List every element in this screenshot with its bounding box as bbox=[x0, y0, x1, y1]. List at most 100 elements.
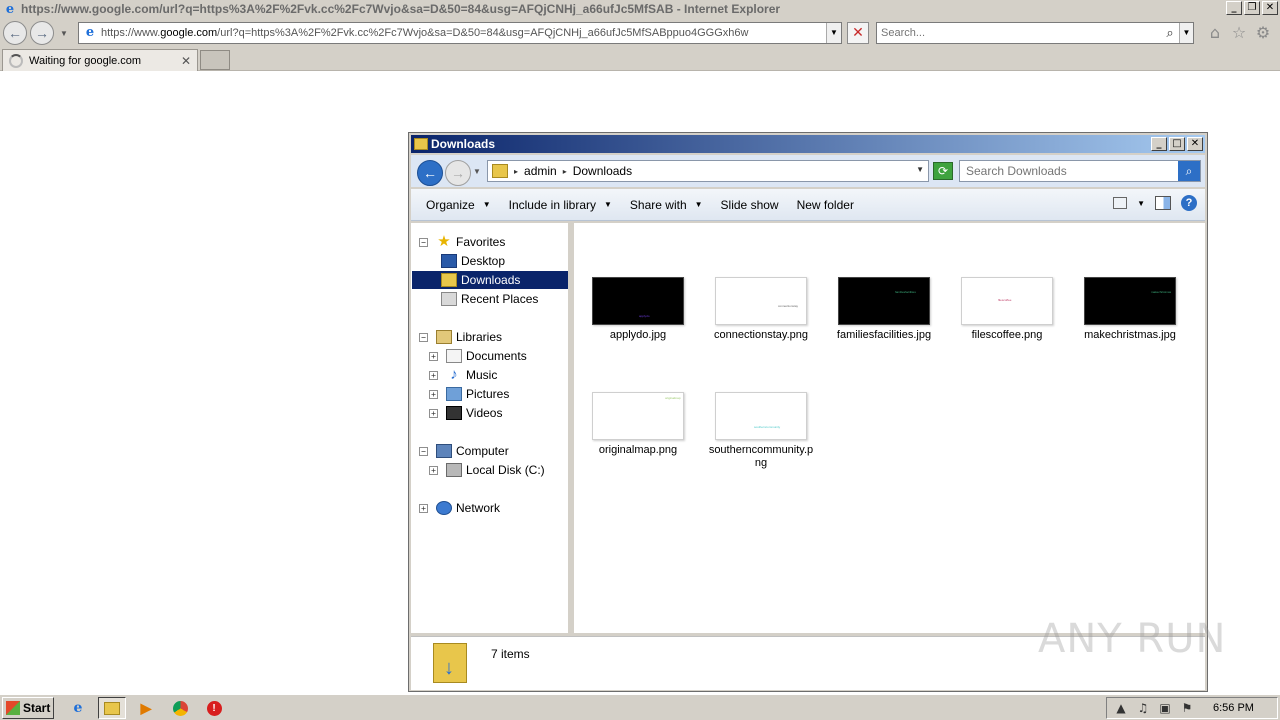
forward-button[interactable]: → bbox=[30, 21, 54, 45]
nav-item-downloads[interactable]: Downloads bbox=[412, 271, 568, 289]
search-icon[interactable]: ⌕ bbox=[1178, 161, 1200, 181]
ie-search-input[interactable] bbox=[877, 27, 1161, 39]
restore-icon[interactable]: ❐ bbox=[1244, 1, 1260, 15]
show-hidden-icons-icon[interactable]: ▲ bbox=[1113, 701, 1129, 715]
nav-item-libraries[interactable]: − Libraries bbox=[419, 328, 502, 346]
file-item[interactable]: familiesfacilities familiesfacilities.jp… bbox=[829, 277, 939, 342]
minimize-icon[interactable]: _ bbox=[1226, 1, 1242, 15]
ie-search-box[interactable]: ⌕ ▼ bbox=[876, 22, 1194, 44]
file-item[interactable]: connectionstay connectionstay.png bbox=[706, 277, 816, 342]
chevron-right-icon[interactable]: ▸ bbox=[514, 167, 518, 176]
file-name: connectionstay.png bbox=[714, 329, 808, 341]
start-button[interactable]: Start bbox=[2, 697, 54, 719]
gear-icon[interactable]: ⚙ bbox=[1254, 24, 1272, 42]
recent-pages-dropdown-icon[interactable]: ▼ bbox=[473, 167, 481, 176]
explorer-title-bar: Downloads _ □ ✕ bbox=[411, 135, 1205, 153]
expand-icon[interactable]: + bbox=[429, 465, 438, 475]
nav-label: Downloads bbox=[461, 273, 521, 287]
new-folder-button[interactable]: New folder bbox=[788, 193, 863, 217]
collapse-icon[interactable]: − bbox=[419, 332, 428, 342]
volume-icon[interactable]: ♫ bbox=[1135, 701, 1151, 715]
explorer-search-input[interactable] bbox=[960, 161, 1178, 181]
download-arrow-icon: ↓ bbox=[444, 657, 454, 679]
close-icon[interactable]: ✕ bbox=[1262, 1, 1278, 15]
folder-icon bbox=[104, 701, 120, 715]
file-item[interactable]: applydo applydo.jpg bbox=[583, 277, 693, 342]
thumb-text: filescoffee bbox=[998, 298, 1012, 302]
favorites-star-icon[interactable]: ☆ bbox=[1230, 24, 1248, 42]
explorer-back-button[interactable]: ← bbox=[417, 160, 443, 186]
explorer-forward-button[interactable]: → bbox=[445, 160, 471, 186]
stop-button[interactable]: ✕ bbox=[847, 22, 869, 44]
explorer-command-bar: Organize ▼ Include in library ▼ Share with… bbox=[411, 189, 1205, 221]
expand-icon[interactable]: + bbox=[429, 408, 438, 418]
breadcrumb[interactable]: ▸ admin ▸ Downloads ▼ bbox=[487, 160, 929, 182]
nav-item-documents[interactable]: + Documents bbox=[429, 347, 527, 365]
explorer-search-box[interactable]: ⌕ bbox=[959, 160, 1201, 182]
file-item[interactable]: southerncommunity southerncommunity.png bbox=[706, 392, 816, 470]
views-dropdown-icon[interactable]: ▼ bbox=[1137, 199, 1145, 208]
tab-google[interactable]: Waiting for google.com ✕ bbox=[2, 49, 198, 71]
search-icon[interactable]: ⌕ bbox=[1161, 25, 1179, 41]
new-tab-button[interactable] bbox=[200, 50, 230, 70]
recent-places-icon bbox=[441, 292, 457, 306]
organize-button[interactable]: Organize ▼ bbox=[417, 193, 500, 217]
system-tray: ▲ ♫ ▣ ⚑ 6:56 PM bbox=[1106, 697, 1278, 719]
action-center-flag-icon[interactable]: ⚑ bbox=[1179, 701, 1195, 715]
network-tray-icon[interactable]: ▣ bbox=[1157, 701, 1173, 715]
nav-label: Computer bbox=[456, 444, 509, 458]
nav-item-pictures[interactable]: + Pictures bbox=[429, 385, 509, 403]
chevron-right-icon[interactable]: ▸ bbox=[563, 167, 567, 176]
close-icon[interactable]: ✕ bbox=[1187, 137, 1203, 151]
change-view-icon[interactable] bbox=[1113, 197, 1128, 209]
taskbar: Start e ▶ ! ▲ ♫ ▣ ⚑ 6:56 PM bbox=[0, 694, 1280, 720]
nav-item-favorites[interactable]: − ★ Favorites bbox=[419, 233, 505, 251]
breadcrumb-admin[interactable]: admin bbox=[524, 164, 557, 178]
file-item[interactable]: makechristmas makechristmas.jpg bbox=[1075, 277, 1185, 342]
minimize-icon[interactable]: _ bbox=[1151, 137, 1167, 151]
taskbar-chrome-icon[interactable] bbox=[166, 697, 194, 719]
refresh-button[interactable]: ⟳ bbox=[933, 162, 953, 180]
nav-item-music[interactable]: + ♪ Music bbox=[429, 366, 497, 384]
collapse-icon[interactable]: − bbox=[419, 237, 428, 247]
explorer-window-title: Downloads bbox=[431, 137, 496, 151]
share-with-button[interactable]: Share with ▼ bbox=[621, 193, 712, 217]
history-dropdown-icon[interactable]: ▼ bbox=[60, 29, 68, 38]
nav-item-computer[interactable]: − Computer bbox=[419, 442, 509, 460]
address-dropdown-icon[interactable]: ▼ bbox=[916, 165, 924, 174]
slide-show-button[interactable]: Slide show bbox=[712, 193, 788, 217]
file-thumbnail: filescoffee bbox=[961, 277, 1053, 325]
expand-icon[interactable]: + bbox=[429, 351, 438, 361]
home-icon[interactable]: ⌂ bbox=[1206, 24, 1224, 42]
taskbar-media-player-icon[interactable]: ▶ bbox=[132, 697, 160, 719]
search-dropdown-icon[interactable]: ▼ bbox=[1179, 23, 1193, 43]
expand-icon[interactable]: + bbox=[419, 503, 428, 513]
back-button[interactable]: ← bbox=[3, 21, 27, 45]
address-url[interactable]: https://www.google.com/url?q=https%3A%2F… bbox=[101, 27, 826, 39]
nav-item-local-disk[interactable]: + Local Disk (C:) bbox=[429, 461, 545, 479]
clock[interactable]: 6:56 PM bbox=[1213, 702, 1254, 714]
taskbar-antivirus-icon[interactable]: ! bbox=[200, 697, 228, 719]
file-item[interactable]: originalmap originalmap.png bbox=[583, 392, 693, 457]
taskbar-explorer-button[interactable] bbox=[98, 697, 126, 719]
nav-item-videos[interactable]: + Videos bbox=[429, 404, 502, 422]
thumb-text: applydo bbox=[639, 314, 650, 318]
address-bar[interactable]: e https://www.google.com/url?q=https%3A%… bbox=[78, 22, 842, 44]
address-dropdown-icon[interactable]: ▼ bbox=[826, 23, 841, 43]
collapse-icon[interactable]: − bbox=[419, 446, 428, 456]
thumb-text: familiesfacilities bbox=[895, 290, 916, 294]
file-item[interactable]: filescoffee filescoffee.png bbox=[952, 277, 1062, 342]
nav-item-recent-places[interactable]: Recent Places bbox=[441, 290, 538, 308]
preview-pane-icon[interactable] bbox=[1155, 196, 1171, 210]
nav-item-network[interactable]: + Network bbox=[419, 499, 500, 517]
nav-item-desktop[interactable]: Desktop bbox=[441, 252, 505, 270]
expand-icon[interactable]: + bbox=[429, 370, 438, 380]
maximize-icon[interactable]: □ bbox=[1169, 137, 1185, 151]
help-icon[interactable]: ? bbox=[1181, 195, 1197, 211]
expand-icon[interactable]: + bbox=[429, 389, 438, 399]
include-in-library-button[interactable]: Include in library ▼ bbox=[500, 193, 621, 217]
tab-close-icon[interactable]: ✕ bbox=[179, 54, 193, 68]
breadcrumb-downloads[interactable]: Downloads bbox=[573, 164, 632, 178]
file-thumbnail: originalmap bbox=[592, 392, 684, 440]
taskbar-ie-icon[interactable]: e bbox=[64, 697, 92, 719]
